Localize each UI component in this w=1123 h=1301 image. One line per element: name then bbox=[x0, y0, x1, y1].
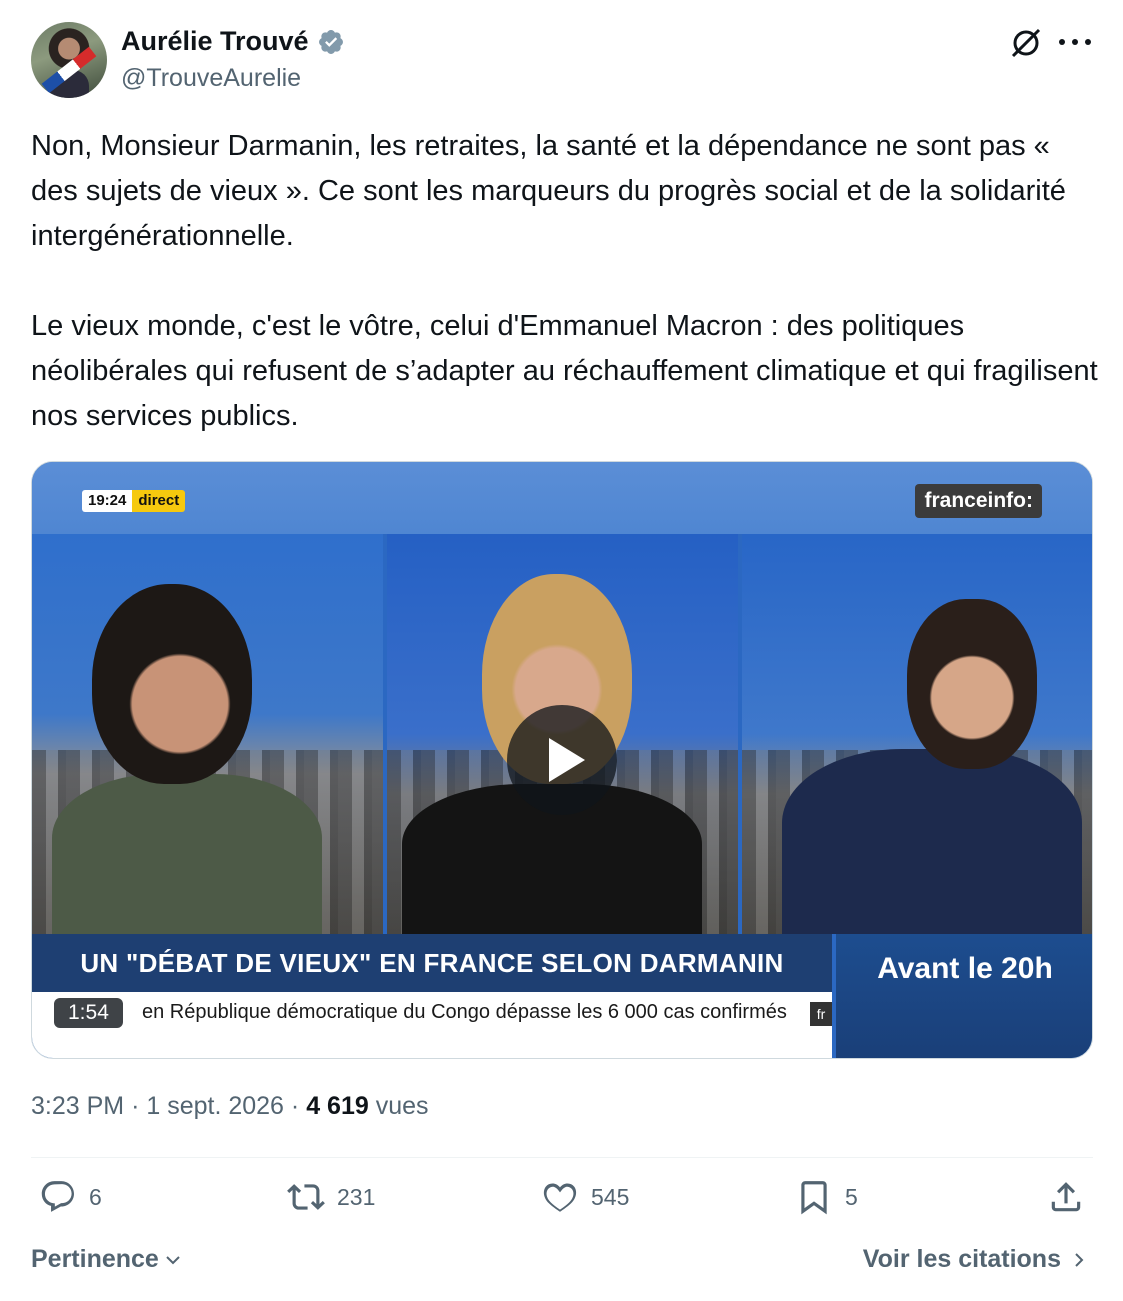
display-name[interactable]: Aurélie Trouvé bbox=[121, 26, 309, 57]
retweet-icon bbox=[287, 1184, 325, 1210]
program-label: Avant le 20h bbox=[877, 952, 1053, 985]
tweet-paragraph: Le vieux monde, c'est le vôtre, celui d'… bbox=[31, 310, 1098, 432]
bookmark-button[interactable]: 5 bbox=[795, 1178, 858, 1216]
handle[interactable]: @TrouveAurelie bbox=[121, 64, 301, 93]
tweet-date[interactable]: 1 sept. 2026 bbox=[146, 1092, 284, 1120]
video-topbar: 19:24 direct franceinfo: bbox=[32, 462, 1092, 534]
play-icon[interactable] bbox=[507, 705, 617, 815]
action-bar: 6 231 545 5 bbox=[31, 1178, 1093, 1228]
avatar[interactable] bbox=[31, 22, 107, 98]
retweet-button[interactable]: 231 bbox=[287, 1178, 375, 1216]
ticker-text: en République démocratique du Congo dépa… bbox=[142, 1001, 787, 1023]
share-button[interactable] bbox=[1047, 1178, 1085, 1216]
news-ticker: en République démocratique du Congo dépa… bbox=[32, 992, 832, 1058]
reply-footer: Pertinence Voir les citations bbox=[31, 1245, 1093, 1281]
video-panel-left bbox=[32, 534, 383, 934]
views-label: vues bbox=[375, 1092, 429, 1120]
video-duration: 1:54 bbox=[54, 998, 123, 1028]
grok-icon[interactable] bbox=[1009, 26, 1043, 60]
live-clock-badge: 19:24 direct bbox=[82, 490, 186, 512]
sort-label: Pertinence bbox=[31, 1245, 159, 1273]
view-quotes-link[interactable]: Voir les citations bbox=[863, 1245, 1089, 1274]
tweet-header: Aurélie Trouvé @TrouveAurelie bbox=[31, 22, 1093, 100]
reply-count: 6 bbox=[89, 1183, 102, 1210]
retweet-count: 231 bbox=[337, 1183, 376, 1210]
program-box: Avant le 20h bbox=[836, 934, 1092, 1058]
meta-separator: · bbox=[290, 1092, 300, 1120]
tweet-paragraph: Non, Monsieur Darmanin, les retraites, l… bbox=[31, 130, 1066, 252]
like-count: 545 bbox=[591, 1183, 630, 1210]
tweet-time[interactable]: 3:23 PM bbox=[31, 1092, 124, 1120]
tweet-text: Non, Monsieur Darmanin, les retraites, l… bbox=[31, 124, 1099, 439]
video-banner: UN "DÉBAT DE VIEUX" EN FRANCE SELON DARM… bbox=[32, 934, 832, 992]
channel-logo: franceinfo: bbox=[915, 484, 1042, 518]
views-count: 4 619 bbox=[306, 1092, 369, 1120]
sort-dropdown[interactable]: Pertinence bbox=[31, 1245, 183, 1274]
chevron-right-icon bbox=[1075, 1252, 1084, 1267]
video-player[interactable]: 19:24 direct franceinfo: UN "DÉBAT DE VI… bbox=[31, 461, 1093, 1059]
like-icon bbox=[543, 1183, 577, 1212]
video-panel-right bbox=[742, 534, 1092, 934]
share-icon bbox=[1051, 1182, 1081, 1212]
clock-time: 19:24 bbox=[82, 490, 133, 512]
tweet-meta: 3:23 PM · 1 sept. 2026 · 4 619 vues bbox=[31, 1092, 429, 1121]
bookmark-icon bbox=[801, 1181, 827, 1215]
more-icon[interactable] bbox=[1059, 30, 1091, 54]
direct-label: direct bbox=[132, 490, 186, 512]
meta-separator: · bbox=[131, 1092, 140, 1120]
verified-icon[interactable] bbox=[317, 28, 345, 56]
name-row: Aurélie Trouvé bbox=[121, 26, 345, 57]
quotes-label: Voir les citations bbox=[862, 1245, 1061, 1273]
reply-icon bbox=[41, 1181, 74, 1212]
bookmark-count: 5 bbox=[845, 1183, 858, 1210]
ticker-tag: fr bbox=[810, 1002, 832, 1026]
chevron-down-icon bbox=[166, 1255, 180, 1264]
reply-button[interactable]: 6 bbox=[39, 1178, 102, 1216]
like-button[interactable]: 545 bbox=[541, 1178, 629, 1216]
divider bbox=[31, 1157, 1093, 1158]
